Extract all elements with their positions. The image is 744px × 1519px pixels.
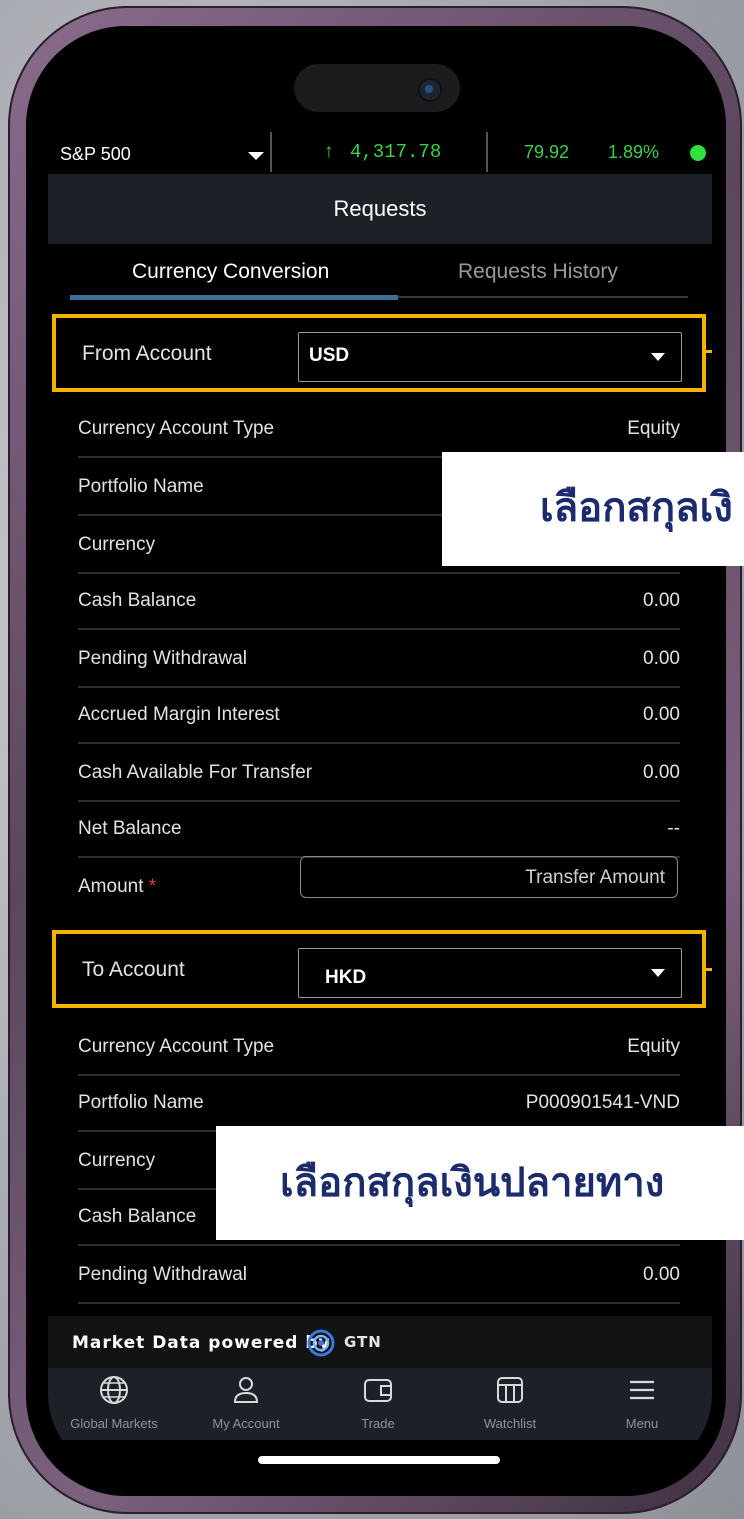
row-label: Portfolio Name bbox=[78, 1092, 204, 1113]
nav-trade[interactable]: Trade bbox=[312, 1368, 444, 1440]
row-label: Currency bbox=[78, 534, 156, 555]
row-value: 0.00 bbox=[643, 590, 680, 611]
row-label: Currency bbox=[78, 1150, 156, 1171]
chevron-down-icon bbox=[651, 969, 665, 977]
nav-label: Watchlist bbox=[483, 1416, 537, 1431]
info-row: Cash Available For Transfer 0.00 bbox=[78, 744, 680, 802]
nav-label: Trade bbox=[361, 1416, 395, 1431]
globe-icon bbox=[100, 1376, 128, 1404]
arrow-up-icon: ↑ bbox=[324, 141, 334, 162]
from-account-highlight: From Account USD bbox=[52, 314, 706, 392]
nav-label: Global Markets bbox=[70, 1416, 158, 1431]
row-value: Equity bbox=[627, 1036, 680, 1057]
row-label: Pending Withdrawal bbox=[78, 648, 247, 669]
callout-text: เลือกสกุลเงิ bbox=[540, 486, 733, 530]
market-data-credit: Market Data powered by GTN bbox=[48, 1316, 712, 1368]
required-marker: * bbox=[148, 876, 157, 897]
nav-menu[interactable]: Menu bbox=[576, 1368, 708, 1440]
callout-connector bbox=[706, 968, 712, 971]
wallet-icon bbox=[364, 1379, 392, 1402]
row-label: Cash Balance bbox=[78, 590, 197, 611]
info-row: Pending Withdrawal 0.00 bbox=[78, 1246, 680, 1304]
info-row: Pending Withdrawal 0.00 bbox=[78, 630, 680, 688]
to-account-value: HKD bbox=[325, 967, 367, 988]
amount-label: Amount * bbox=[78, 876, 156, 898]
row-value: Equity bbox=[627, 418, 680, 439]
index-price: 4,317.78 bbox=[350, 141, 442, 163]
info-row: Accrued Margin Interest 0.00 bbox=[78, 686, 680, 744]
ticker-divider bbox=[486, 132, 488, 172]
nav-watchlist[interactable]: Watchlist bbox=[444, 1368, 576, 1440]
to-account-label: To Account bbox=[82, 958, 185, 981]
nav-my-account[interactable]: My Account bbox=[180, 1368, 312, 1440]
to-account-select[interactable]: HKD bbox=[298, 948, 682, 998]
tab-requests-history[interactable]: Requests History bbox=[458, 260, 618, 284]
info-row: Portfolio Name P000901541-VND bbox=[78, 1074, 680, 1132]
index-selector-label[interactable]: S&P 500 bbox=[60, 144, 131, 165]
chevron-down-icon bbox=[651, 353, 665, 361]
from-account-value: USD bbox=[309, 345, 350, 366]
row-label: Currency Account Type bbox=[78, 1036, 275, 1057]
market-status-icon bbox=[690, 145, 706, 161]
info-row: Net Balance -- bbox=[78, 800, 680, 858]
row-label: Cash Balance bbox=[78, 1206, 197, 1227]
row-value: P000901541-VND bbox=[525, 1092, 680, 1113]
active-tab-indicator bbox=[70, 295, 398, 300]
user-icon bbox=[233, 1377, 259, 1403]
row-label: Currency Account Type bbox=[78, 418, 275, 439]
powered-by-text: Market Data powered by bbox=[72, 1333, 331, 1353]
bottom-nav: Global Markets My Account Trade Watchlis… bbox=[48, 1368, 712, 1440]
page-title: Requests bbox=[48, 174, 712, 244]
camera-icon bbox=[418, 78, 442, 102]
dynamic-island bbox=[294, 64, 460, 112]
ticker-divider bbox=[270, 132, 272, 172]
home-indicator[interactable] bbox=[258, 1456, 500, 1464]
gtn-brand: GTN bbox=[344, 1333, 382, 1351]
row-label: Portfolio Name bbox=[78, 476, 204, 497]
row-value: -- bbox=[667, 818, 680, 839]
row-value: 0.00 bbox=[643, 648, 680, 669]
tab-bar: Currency Conversion Requests History bbox=[48, 244, 712, 304]
chevron-down-icon[interactable] bbox=[248, 152, 264, 160]
from-account-label: From Account bbox=[82, 342, 212, 365]
index-change: 79.92 bbox=[524, 142, 570, 162]
nav-label: Menu bbox=[625, 1416, 659, 1431]
callout-connector bbox=[706, 350, 712, 353]
amount-label-text: Amount bbox=[78, 876, 144, 897]
row-value: 0.00 bbox=[643, 704, 680, 725]
row-value: 0.00 bbox=[643, 762, 680, 783]
tab-currency-conversion[interactable]: Currency Conversion bbox=[132, 260, 329, 284]
gtn-logo-icon bbox=[307, 1329, 335, 1357]
row-label: Cash Available For Transfer bbox=[78, 762, 313, 783]
info-row: Currency Account Type Equity bbox=[78, 1018, 680, 1076]
row-label: Pending Withdrawal bbox=[78, 1264, 247, 1285]
watchlist-icon bbox=[497, 1377, 523, 1403]
market-ticker: S&P 500 ↑ 4,317.78 79.92 1.89% bbox=[48, 132, 712, 174]
app-screen: S&P 500 ↑ 4,317.78 79.92 1.89% Requests … bbox=[48, 44, 712, 1476]
callout-text: เลือกสกุลเงินปลายทาง bbox=[280, 1161, 665, 1205]
menu-icon bbox=[630, 1380, 654, 1400]
info-row: Currency Account Type Equity bbox=[78, 400, 680, 458]
row-value: 0.00 bbox=[643, 1264, 680, 1285]
info-row: Cash Balance 0.00 bbox=[78, 572, 680, 630]
nav-global-markets[interactable]: Global Markets bbox=[48, 1368, 180, 1440]
nav-label: My Account bbox=[212, 1416, 280, 1431]
callout-select-destination-currency: เลือกสกุลเงินปลายทาง bbox=[216, 1126, 744, 1240]
callout-select-source-currency: เลือกสกุลเงิ bbox=[442, 452, 744, 566]
row-label: Accrued Margin Interest bbox=[78, 704, 280, 725]
to-account-highlight: To Account HKD bbox=[52, 930, 706, 1008]
transfer-amount-input[interactable]: Transfer Amount bbox=[300, 856, 678, 898]
row-label: Net Balance bbox=[78, 818, 182, 839]
from-account-select[interactable]: USD bbox=[298, 332, 682, 382]
index-change-percent: 1.89% bbox=[608, 142, 660, 162]
